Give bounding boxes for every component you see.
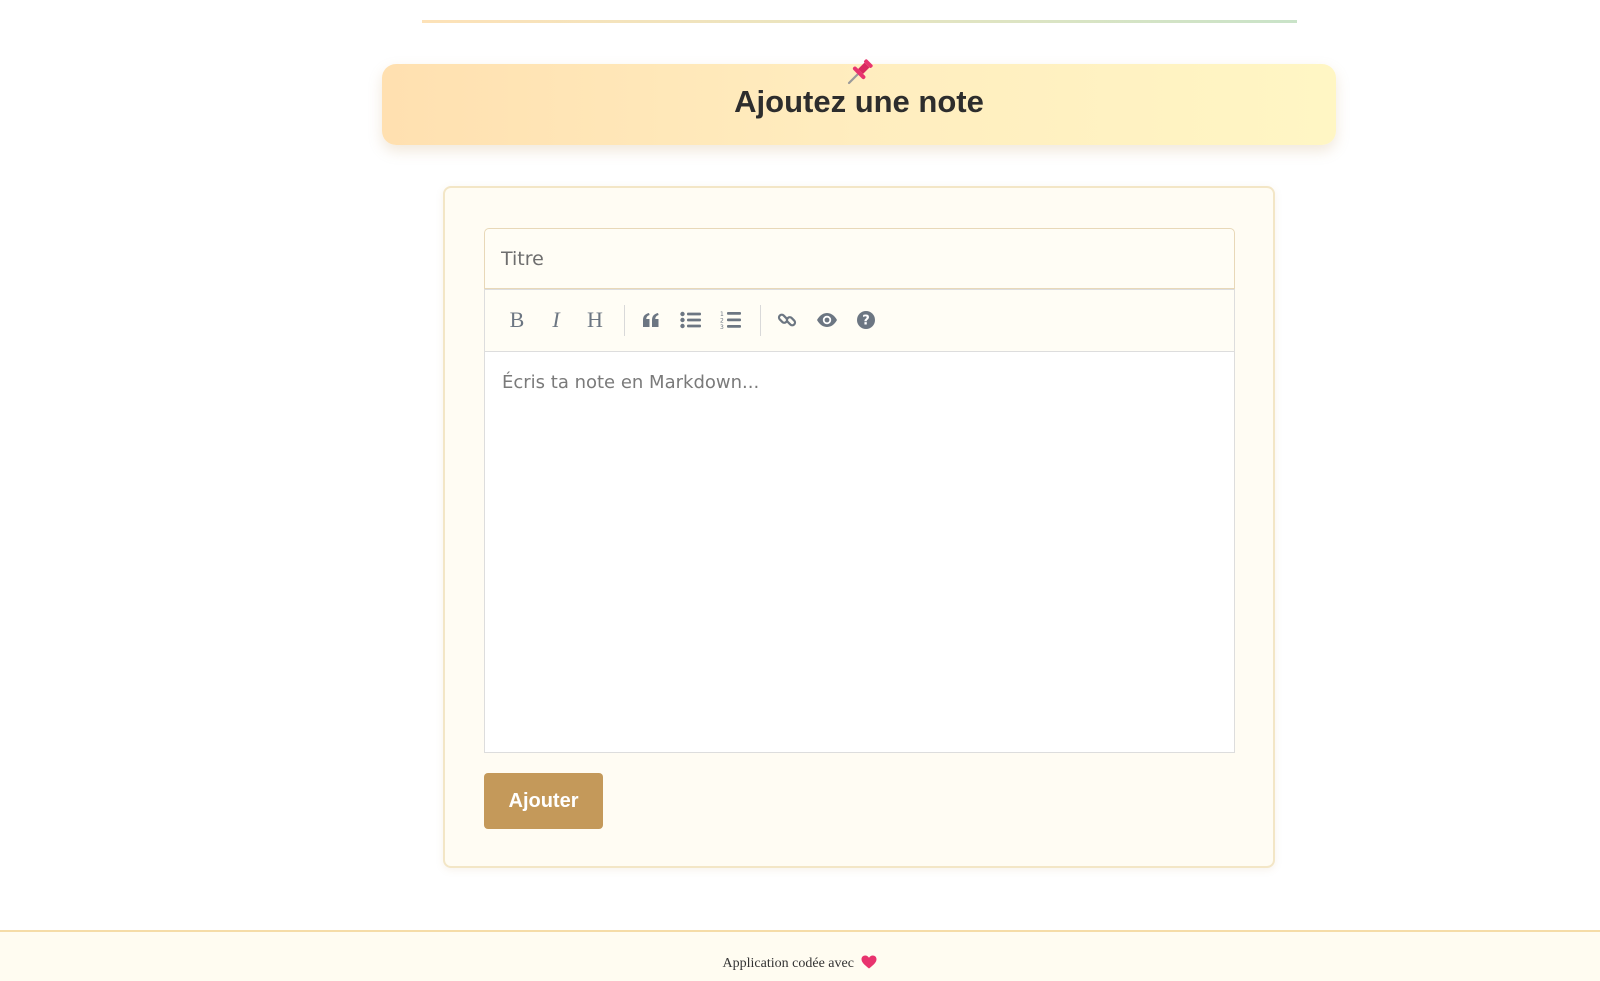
heart-icon (861, 955, 877, 974)
ordered-list-icon: 1 2 3 (720, 311, 741, 330)
bold-button[interactable]: B (501, 304, 533, 336)
preview-button[interactable] (811, 304, 843, 336)
toolbar-separator (760, 305, 761, 336)
svg-text:I: I (551, 309, 561, 331)
italic-button[interactable]: I (540, 304, 572, 336)
markdown-editor: B I H 1 2 3 ? Écris ta note en Markdown.… (484, 289, 1235, 753)
title-input[interactable] (484, 228, 1235, 289)
svg-text:3: 3 (720, 324, 724, 330)
add-note-button[interactable]: Ajouter (484, 773, 603, 829)
editor-toolbar: B I H 1 2 3 ? (485, 289, 1234, 352)
unordered-list-icon (680, 311, 701, 329)
link-button[interactable] (771, 304, 803, 336)
footer-text: Application codée avec (722, 956, 854, 971)
unordered-list-button[interactable] (675, 304, 707, 336)
guide-button[interactable]: ? (850, 304, 882, 336)
svg-text:H: H (587, 309, 603, 331)
footer-credit: Application codée avec (0, 955, 1600, 974)
question-icon: ? (857, 311, 875, 329)
quote-button[interactable] (635, 304, 667, 336)
italic-icon: I (551, 309, 561, 331)
top-divider (422, 20, 1297, 23)
footer: Application codée avec (0, 930, 1600, 981)
svg-text:B: B (510, 309, 525, 331)
page-title: Ajoutez une note (734, 84, 984, 119)
svg-text:?: ? (862, 314, 870, 329)
heading-button[interactable]: H (579, 304, 611, 336)
bold-icon: B (510, 309, 525, 331)
markdown-textarea[interactable] (485, 352, 1234, 751)
page: Ajoutez une note B I H (0, 0, 1600, 981)
quote-icon (643, 313, 659, 327)
eye-icon (817, 313, 837, 327)
heading-icon: H (587, 309, 603, 331)
link-icon (777, 313, 797, 327)
toolbar-separator (624, 305, 625, 336)
ordered-list-button[interactable]: 1 2 3 (715, 304, 747, 336)
